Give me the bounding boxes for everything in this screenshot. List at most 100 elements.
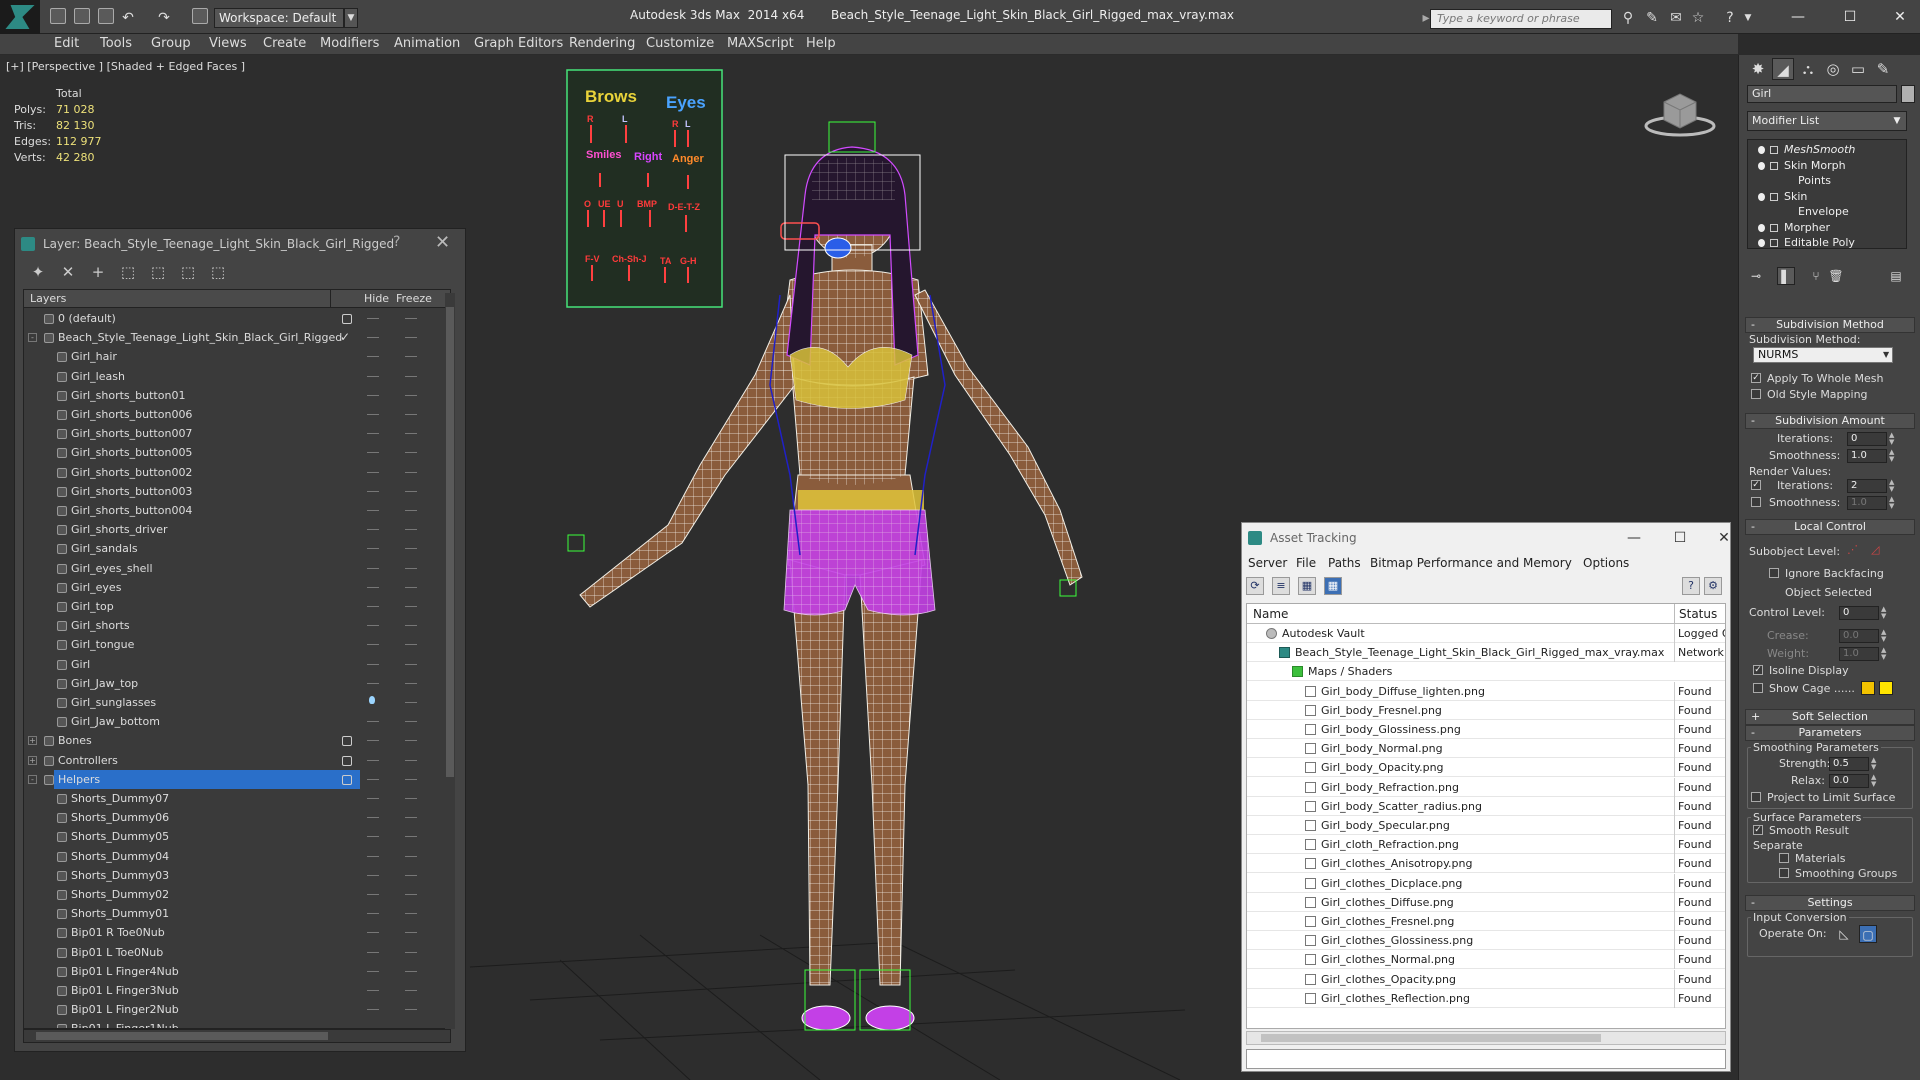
freeze-toggle[interactable]: [405, 990, 417, 991]
spinner-arrows-icon[interactable]: ▲ ▼: [1889, 432, 1897, 446]
modifier-stack-item[interactable]: Points: [1748, 173, 1906, 189]
maximize-icon[interactable]: ☐: [1660, 527, 1700, 549]
freeze-toggle[interactable]: [405, 394, 417, 396]
layer-object-row[interactable]: Shorts_Dummy05: [24, 827, 438, 846]
modifier-stack-item[interactable]: Morpher: [1748, 220, 1906, 236]
operate-on-polygons-icon[interactable]: ▢: [1859, 925, 1877, 943]
current-layer-check-icon[interactable]: ✓: [340, 328, 350, 347]
layer-explorer-window[interactable]: Layer: Beach_Style_Teenage_Light_Skin_Bl…: [14, 228, 466, 1052]
redo-icon[interactable]: ↷: [156, 10, 172, 26]
hide-toggle[interactable]: [367, 874, 379, 876]
menu-group[interactable]: Group: [151, 34, 191, 54]
render-smoothness-spinner[interactable]: 1.0: [1847, 496, 1887, 510]
layer-object-row[interactable]: Shorts_Dummy02: [24, 885, 438, 904]
search-input[interactable]: Type a keyword or phrase: [1430, 9, 1612, 29]
freeze-toggle[interactable]: [405, 817, 417, 819]
rollout-parameters[interactable]: - Parameters: [1745, 725, 1915, 741]
hide-toggle[interactable]: [367, 606, 379, 607]
weight-spinner[interactable]: 1.0: [1839, 647, 1879, 661]
modifier-stack-item[interactable]: MeshSmooth: [1748, 142, 1906, 158]
asset-row[interactable]: Girl_body_Diffuse_lighten.png Found: [1247, 681, 1725, 701]
spinner-arrows-icon[interactable]: ▲ ▼: [1881, 629, 1889, 643]
favorites-icon[interactable]: ☆: [1690, 10, 1706, 26]
layer-object-row[interactable]: Bip01 L Finger2Nub: [24, 1000, 438, 1019]
layer-object-row[interactable]: Girl_tongue: [24, 635, 438, 654]
freeze-toggle[interactable]: [405, 721, 417, 723]
maximize-icon[interactable]: ☐: [1830, 6, 1870, 28]
freeze-toggle[interactable]: [405, 932, 417, 934]
freeze-toggle[interactable]: [405, 586, 417, 588]
strength-spinner[interactable]: 0.5: [1829, 757, 1869, 771]
freeze-toggle[interactable]: [405, 356, 417, 358]
column-status[interactable]: Status: [1679, 604, 1717, 624]
hide-toggle[interactable]: [367, 548, 379, 550]
create-tab-icon[interactable]: ✸: [1747, 58, 1769, 80]
menu-views[interactable]: Views: [209, 34, 247, 54]
light-bulb-icon[interactable]: [1758, 146, 1765, 154]
asset-row[interactable]: Girl_clothes_Anisotropy.png Found: [1247, 854, 1725, 874]
relax-spinner[interactable]: 0.0: [1829, 774, 1869, 788]
hide-toggle[interactable]: [367, 682, 379, 684]
menu-modifiers[interactable]: Modifiers: [320, 34, 379, 54]
hide-toggle[interactable]: [367, 913, 379, 915]
menu-maxscript[interactable]: MAXScript: [727, 34, 794, 54]
hide-toggle[interactable]: [367, 644, 379, 646]
iterations-spinner[interactable]: 0: [1847, 432, 1887, 446]
freeze-toggle[interactable]: [405, 337, 417, 339]
layer-object-row[interactable]: Girl_sunglasses: [24, 693, 438, 712]
layer-object-row[interactable]: Girl_leash: [24, 367, 438, 386]
select-objects-icon[interactable]: ⬚: [119, 263, 137, 281]
scrollbar-thumb[interactable]: [36, 1032, 328, 1040]
expand-icon[interactable]: +: [28, 755, 37, 765]
hide-toggle[interactable]: [367, 567, 379, 569]
hide-toggle[interactable]: [367, 375, 379, 377]
old-style-mapping-checkbox[interactable]: [1751, 389, 1761, 399]
spinner-arrows-icon[interactable]: ▲ ▼: [1889, 496, 1897, 510]
menu-paths[interactable]: Paths: [1328, 553, 1361, 573]
menu-create[interactable]: Create: [263, 34, 306, 54]
hide-toggle[interactable]: [367, 433, 379, 435]
freeze-toggle[interactable]: [405, 452, 417, 454]
hide-toggle[interactable]: [367, 759, 379, 761]
close-icon[interactable]: ✕: [435, 232, 450, 253]
asset-window-title[interactable]: Asset Tracking: [1242, 523, 1730, 553]
render-smoothness-checkbox[interactable]: [1751, 497, 1761, 507]
hide-toggle[interactable]: [367, 414, 379, 415]
collapse-icon[interactable]: -: [28, 774, 37, 784]
minimize-icon[interactable]: —: [1614, 527, 1654, 549]
asset-row[interactable]: Girl_clothes_Glossiness.png Found: [1247, 931, 1725, 951]
layer-object-row[interactable]: Bip01 L Finger3Nub: [24, 981, 438, 1000]
hide-toggle[interactable]: [367, 529, 379, 531]
modifier-stack-item[interactable]: Skin Morph: [1748, 158, 1906, 174]
rollout-soft-selection[interactable]: + Soft Selection: [1745, 709, 1915, 725]
light-bulb-icon[interactable]: [1758, 192, 1765, 201]
hide-toggle[interactable]: [367, 356, 379, 358]
freeze-toggle[interactable]: [405, 510, 417, 511]
chevron-down-icon[interactable]: ▼: [1887, 111, 1907, 131]
editable-poly-icon[interactable]: [1770, 239, 1778, 247]
make-unique-icon[interactable]: ⑂: [1807, 267, 1825, 285]
spinner-arrows-icon[interactable]: ▲ ▼: [1889, 479, 1897, 493]
asset-table[interactable]: Name Status Autodesk Vault Logged O Beach_…: [1246, 603, 1726, 1029]
subdivision-method-select[interactable]: NURMS: [1753, 347, 1893, 363]
freeze-toggle[interactable]: [405, 644, 417, 646]
freeze-toggle[interactable]: [405, 740, 417, 742]
horizontal-scrollbar[interactable]: [23, 1029, 451, 1043]
scrollbar-thumb[interactable]: [1261, 1034, 1601, 1042]
spinner-arrows-icon[interactable]: ▲ ▼: [1871, 774, 1879, 788]
operate-on-triangles-icon[interactable]: ◺: [1835, 925, 1853, 943]
hide-toggle[interactable]: [367, 337, 379, 339]
freeze-toggle[interactable]: [405, 778, 417, 780]
freeze-toggle[interactable]: [405, 548, 417, 550]
hide-toggle[interactable]: [367, 951, 379, 953]
help-icon[interactable]: ?: [393, 234, 400, 250]
column-name[interactable]: Name: [1253, 604, 1288, 624]
render-iterations-checkbox[interactable]: ✓: [1751, 480, 1761, 490]
asset-row[interactable]: Autodesk Vault Logged O: [1247, 624, 1725, 643]
chevron-down-icon[interactable]: ▼: [1883, 347, 1893, 363]
settings-icon[interactable]: ⚙: [1704, 577, 1722, 595]
asset-row[interactable]: Girl_clothes_Normal.png Found: [1247, 950, 1725, 970]
layer-row[interactable]: + Controllers: [24, 751, 438, 770]
layer-row[interactable]: 0 (default): [24, 309, 438, 328]
remove-modifier-icon[interactable]: 🗑: [1827, 267, 1845, 285]
